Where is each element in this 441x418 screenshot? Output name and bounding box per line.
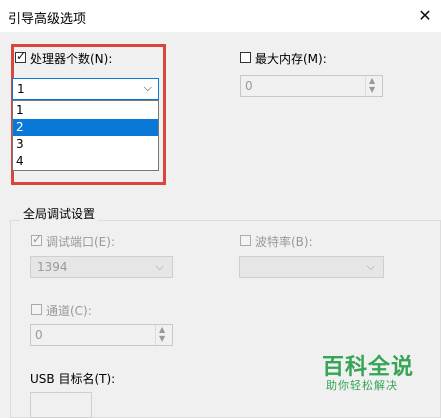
baud-rate-select[interactable]: ⌵ [239,256,384,278]
chevron-down-icon: ⌵ [366,260,375,273]
channel-label: 通道(C): [46,304,92,318]
dropdown-option-2[interactable]: 2 [13,119,158,136]
processors-label: 处理器个数(N): [30,52,113,66]
channel-spinner[interactable]: 0 ▲ ▼ [30,324,173,346]
debug-port-value: 1394 [37,260,68,274]
spin-down-icon[interactable]: ▼ [369,85,375,94]
spin-down-icon[interactable]: ▼ [159,334,165,343]
window-title: 引导高级选项 [8,12,87,27]
channel-value: 0 [35,328,43,342]
watermark-subtitle: 助你轻松解决 [326,379,398,392]
chevron-down-icon: ⌵ [143,81,152,94]
debug-port-select[interactable]: 1394 ⌵ [30,256,173,278]
max-memory-spinner[interactable]: 0 ▲ ▼ [240,75,383,97]
baud-rate-checkbox[interactable] [240,235,251,246]
debug-port-checkbox[interactable] [31,232,42,246]
spinner-buttons[interactable]: ▲ ▼ [155,325,172,345]
processors-select-value: 1 [17,82,25,96]
spinner-buttons[interactable]: ▲ ▼ [365,76,382,96]
close-icon[interactable]: ✕ [415,6,435,26]
usb-target-input[interactable] [30,392,92,418]
spin-up-icon[interactable]: ▲ [369,76,375,85]
dropdown-option-4[interactable]: 4 [13,153,158,170]
chevron-down-icon: ⌵ [155,260,164,273]
baud-rate-label: 波特率(B): [255,235,313,249]
dropdown-option-3[interactable]: 3 [13,136,158,153]
processors-dropdown-list: 1 2 3 4 [12,100,159,171]
channel-checkbox[interactable] [31,304,42,315]
dropdown-option-1[interactable]: 1 [13,102,158,119]
spin-up-icon[interactable]: ▲ [159,325,165,334]
usb-target-label: USB 目标名(T): [30,372,116,386]
processors-select[interactable]: 1 ⌵ [12,78,159,100]
max-memory-checkbox[interactable] [240,52,251,63]
processors-checkbox[interactable] [15,49,26,63]
max-memory-value: 0 [245,79,253,93]
global-debug-title: 全局调试设置 [20,205,99,222]
max-memory-label: 最大内存(M): [255,52,327,66]
debug-port-label: 调试端口(E): [46,235,115,249]
